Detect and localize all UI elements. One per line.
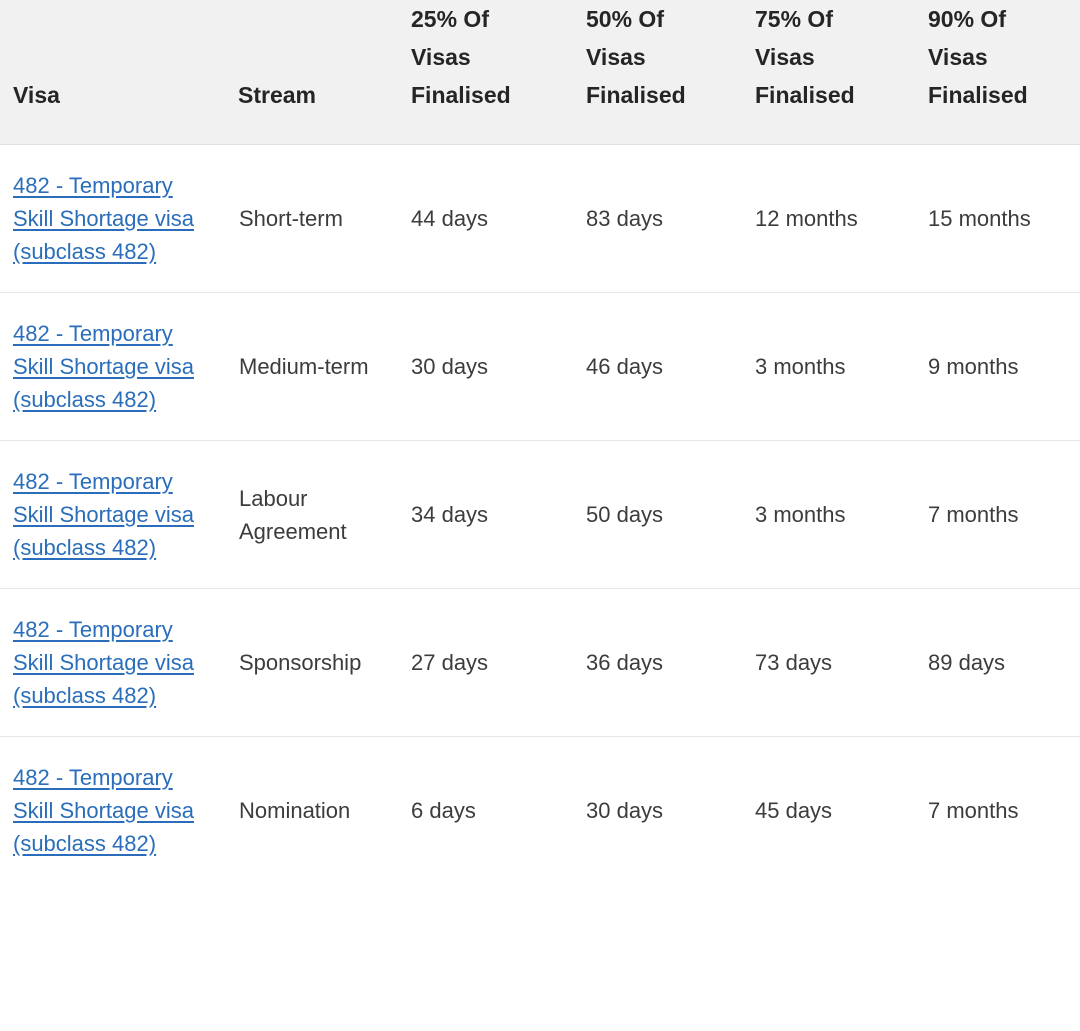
cell-stream-text: Nomination — [239, 798, 351, 823]
column-header-50-percent-visas-finalised: 50% Of Visas Finalised — [573, 0, 742, 145]
cell-stream: Nomination — [226, 736, 398, 884]
column-header-line: Finalised — [411, 82, 511, 108]
cell-25-percent-visas-finalised-text: 30 days — [411, 354, 489, 379]
column-header-line: Finalised — [928, 82, 1028, 108]
cell-90-percent-visas-finalised: 7 months — [915, 440, 1080, 589]
cell-75-percent-visas-finalised-text: 3 months — [755, 502, 846, 527]
cell-25-percent-visas-finalised-text: 6 days — [411, 798, 476, 823]
cell-50-percent-visas-finalised: 36 days — [573, 588, 742, 737]
table-row: 482 - Temporary Skill Shortage visa (sub… — [0, 292, 1080, 441]
cell-stream-text: Short-term — [239, 206, 343, 231]
column-header-line: 50% Of — [586, 6, 664, 32]
column-header-line: Finalised — [586, 82, 686, 108]
cell-50-percent-visas-finalised: 30 days — [573, 736, 742, 884]
cell-90-percent-visas-finalised-text: 9 months — [928, 354, 1019, 379]
cell-25-percent-visas-finalised-text: 34 days — [411, 502, 489, 527]
cell-75-percent-visas-finalised: 3 months — [742, 292, 915, 441]
cell-50-percent-visas-finalised: 83 days — [573, 144, 742, 293]
table-row: 482 - Temporary Skill Shortage visa (sub… — [0, 736, 1080, 884]
cell-stream: Short-term — [226, 144, 398, 293]
table-body: 482 - Temporary Skill Shortage visa (sub… — [0, 144, 1080, 884]
cell-50-percent-visas-finalised: 46 days — [573, 292, 742, 441]
cell-90-percent-visas-finalised: 9 months — [915, 292, 1080, 441]
column-header-25-percent-visas-finalised: 25% Of Visas Finalised — [398, 0, 573, 145]
cell-visa: 482 - Temporary Skill Shortage visa (sub… — [0, 588, 226, 737]
cell-90-percent-visas-finalised-text: 15 months — [928, 206, 1031, 231]
column-header-line: Visa — [13, 82, 60, 108]
column-header-line: Visas — [411, 44, 471, 70]
cell-50-percent-visas-finalised-text: 50 days — [586, 502, 664, 527]
cell-visa: 482 - Temporary Skill Shortage visa (sub… — [0, 736, 226, 884]
column-header-line: Finalised — [755, 82, 855, 108]
cell-25-percent-visas-finalised: 30 days — [398, 292, 573, 441]
cell-25-percent-visas-finalised-text: 27 days — [411, 650, 489, 675]
cell-stream: Sponsorship — [226, 588, 398, 737]
cell-stream-text: Sponsorship — [239, 650, 362, 675]
cell-90-percent-visas-finalised: 7 months — [915, 736, 1080, 884]
column-header-line: Visas — [755, 44, 815, 70]
cell-75-percent-visas-finalised: 12 months — [742, 144, 915, 293]
cell-90-percent-visas-finalised-text: 7 months — [928, 502, 1019, 527]
cell-visa: 482 - Temporary Skill Shortage visa (sub… — [0, 292, 226, 441]
cell-75-percent-visas-finalised-text: 45 days — [755, 798, 833, 823]
cell-50-percent-visas-finalised-text: 83 days — [586, 206, 664, 231]
cell-75-percent-visas-finalised: 3 months — [742, 440, 915, 589]
cell-90-percent-visas-finalised: 89 days — [915, 588, 1080, 737]
cell-75-percent-visas-finalised-text: 3 months — [755, 354, 846, 379]
cell-25-percent-visas-finalised: 6 days — [398, 736, 573, 884]
cell-stream: Medium-term — [226, 292, 398, 441]
cell-visa: 482 - Temporary Skill Shortage visa (sub… — [0, 440, 226, 589]
cell-75-percent-visas-finalised: 73 days — [742, 588, 915, 737]
cell-25-percent-visas-finalised: 34 days — [398, 440, 573, 589]
cell-visa: 482 - Temporary Skill Shortage visa (sub… — [0, 144, 226, 293]
cell-75-percent-visas-finalised-text: 73 days — [755, 650, 833, 675]
column-header-line: 25% Of — [411, 6, 489, 32]
cell-50-percent-visas-finalised-text: 36 days — [586, 650, 664, 675]
column-header-visa: Visa — [0, 0, 226, 145]
table-row: 482 - Temporary Skill Shortage visa (sub… — [0, 144, 1080, 293]
visa-processing-times-table: Visa Stream 25% Of Visas Finalised 50% Of V… — [0, 0, 1080, 884]
cell-90-percent-visas-finalised: 15 months — [915, 144, 1080, 293]
table-header-row: Visa Stream 25% Of Visas Finalised 50% Of V… — [0, 0, 1080, 145]
cell-75-percent-visas-finalised: 45 days — [742, 736, 915, 884]
visa-link[interactable]: 482 - Temporary Skill Shortage visa (sub… — [13, 321, 194, 412]
column-header-line: Visas — [928, 44, 988, 70]
cell-stream-text: Medium-term — [239, 354, 369, 379]
visa-link[interactable]: 482 - Temporary Skill Shortage visa (sub… — [13, 469, 194, 560]
column-header-stream: Stream — [226, 0, 398, 145]
column-header-line: 90% Of — [928, 6, 1006, 32]
cell-stream-text: Labour Agreement — [239, 485, 347, 544]
visa-link[interactable]: 482 - Temporary Skill Shortage visa (sub… — [13, 765, 194, 856]
cell-90-percent-visas-finalised-text: 7 months — [928, 798, 1019, 823]
cell-75-percent-visas-finalised-text: 12 months — [755, 206, 858, 231]
table-header: Visa Stream 25% Of Visas Finalised 50% Of V… — [0, 0, 1080, 145]
column-header-75-percent-visas-finalised: 75% Of Visas Finalised — [742, 0, 915, 145]
cell-stream: Labour Agreement — [226, 440, 398, 589]
column-header-line: Stream — [238, 82, 316, 108]
table-row: 482 - Temporary Skill Shortage visa (sub… — [0, 588, 1080, 737]
cell-25-percent-visas-finalised: 27 days — [398, 588, 573, 737]
table-row: 482 - Temporary Skill Shortage visa (sub… — [0, 440, 1080, 589]
cell-50-percent-visas-finalised: 50 days — [573, 440, 742, 589]
cell-25-percent-visas-finalised-text: 44 days — [411, 206, 489, 231]
cell-50-percent-visas-finalised-text: 46 days — [586, 354, 664, 379]
column-header-line: 75% Of — [755, 6, 833, 32]
cell-25-percent-visas-finalised: 44 days — [398, 144, 573, 293]
visa-link[interactable]: 482 - Temporary Skill Shortage visa (sub… — [13, 617, 194, 708]
cell-90-percent-visas-finalised-text: 89 days — [928, 650, 1006, 675]
cell-50-percent-visas-finalised-text: 30 days — [586, 798, 664, 823]
visa-link[interactable]: 482 - Temporary Skill Shortage visa (sub… — [13, 173, 194, 264]
column-header-line: Visas — [586, 44, 646, 70]
column-header-90-percent-visas-finalised: 90% Of Visas Finalised — [915, 0, 1080, 145]
